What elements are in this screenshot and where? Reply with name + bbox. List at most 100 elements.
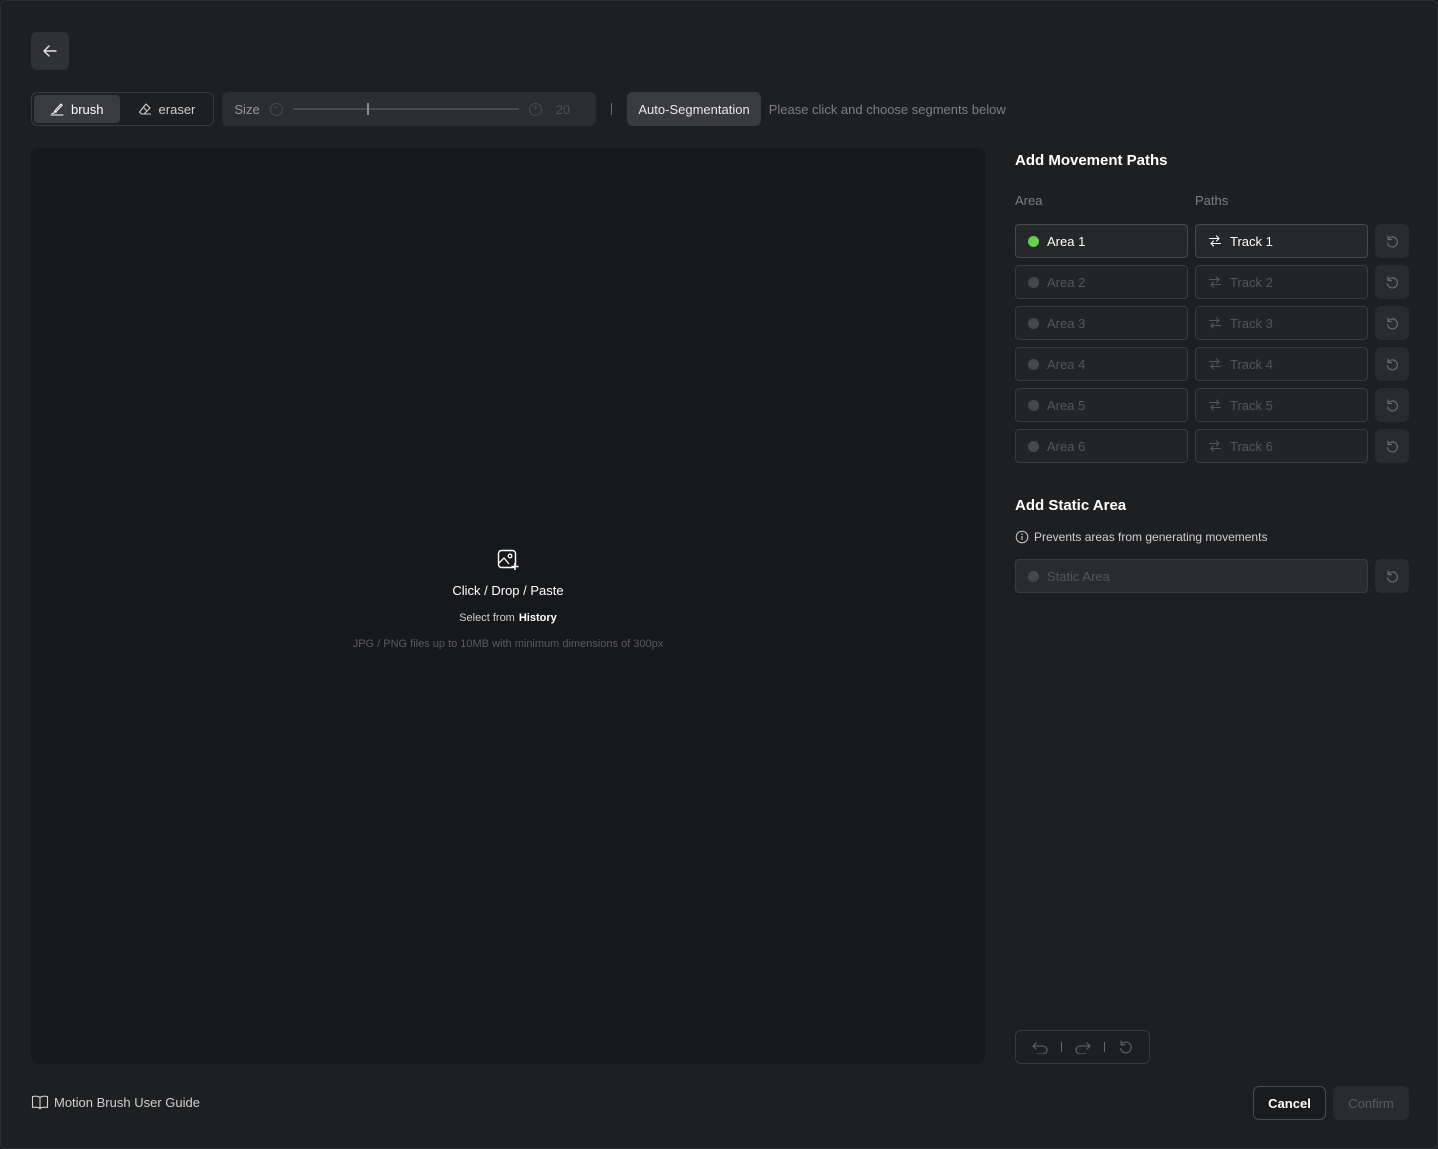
arrow-left-icon [43,45,57,57]
toolbar: brush eraser Size − + 20 Auto-Segmentati… [31,92,1006,126]
user-guide-link[interactable]: Motion Brush User Guide [31,1094,200,1110]
history-divider [1103,1042,1105,1052]
row-reset-button[interactable] [1375,388,1409,422]
image-add-icon [496,548,520,577]
user-guide-label: Motion Brush User Guide [54,1094,200,1110]
area-label: Area 3 [1047,315,1086,331]
movement-row: Area 2 Track 2 [1015,265,1409,299]
area-field[interactable]: Area 1 [1015,224,1188,258]
movement-row: Area 4 Track 4 [1015,347,1409,381]
track-label: Track 6 [1230,438,1273,454]
area-status-dot [1028,276,1039,288]
area-header: Area [1015,193,1043,208]
auto-segmentation-button[interactable]: Auto-Segmentation [627,92,761,126]
reset-icon [1386,398,1398,411]
area-field[interactable]: Area 3 [1015,306,1188,340]
row-reset-button[interactable] [1375,224,1409,258]
reset-icon [1386,316,1398,329]
static-info: Prevents areas from generating movements [1015,530,1409,544]
track-label: Track 2 [1230,274,1273,290]
area-status-dot [1028,440,1039,452]
area-field[interactable]: Area 6 [1015,429,1188,463]
history-divider [1060,1042,1062,1052]
track-field[interactable]: Track 1 [1195,224,1368,258]
history-link[interactable]: History [519,612,557,624]
size-slider-thumb[interactable] [367,103,370,115]
area-status-dot [1028,235,1039,247]
redo-button[interactable] [1068,1035,1098,1059]
size-control: Size − + 20 [222,92,597,126]
reset-icon [1386,234,1398,247]
size-label: Size [234,101,260,117]
area-label: Area 1 [1047,233,1086,249]
undo-icon [1031,1042,1048,1054]
paths-header: Paths [1195,193,1229,208]
reset-icon [1386,439,1398,452]
row-reset-button[interactable] [1375,306,1409,340]
select-from-history: Select from History [31,612,985,624]
redo-icon [1074,1042,1091,1054]
undo-button[interactable] [1025,1035,1055,1059]
brush-button[interactable]: brush [34,95,120,123]
movement-row: Area 3 Track 3 [1015,306,1409,340]
track-label: Track 3 [1230,315,1273,331]
size-value: 20 [555,101,571,117]
back-button[interactable] [31,32,69,70]
area-label: Area 5 [1047,397,1086,413]
movement-row: Area 1 Track 1 [1015,224,1409,258]
track-field[interactable]: Track 4 [1195,347,1368,381]
row-reset-button[interactable] [1375,265,1409,299]
area-label: Area 4 [1047,356,1086,372]
track-icon [1208,358,1222,370]
plus-icon[interactable]: + [528,102,542,116]
row-reset-button[interactable] [1375,347,1409,381]
track-field[interactable]: Track 6 [1195,429,1368,463]
area-status-dot [1028,317,1039,329]
row-reset-button[interactable] [1375,429,1409,463]
area-status-dot [1028,399,1039,411]
book-icon [31,1095,49,1110]
brush-icon [50,103,64,116]
static-area-dot [1028,570,1039,582]
track-icon [1208,235,1222,247]
eraser-button[interactable]: eraser [122,95,212,123]
movement-row: Area 5 Track 5 [1015,388,1409,422]
track-icon [1208,317,1222,329]
track-field[interactable]: Track 5 [1195,388,1368,422]
reset-icon [1119,1040,1132,1054]
reset-all-button[interactable] [1111,1035,1141,1059]
reset-icon [1386,569,1398,582]
track-label: Track 5 [1230,397,1273,413]
size-slider[interactable] [292,103,519,115]
eraser-label: eraser [158,101,196,117]
segmentation-hint: Please click and choose segments below [768,101,1006,117]
brush-label: brush [71,101,104,117]
area-field[interactable]: Area 5 [1015,388,1188,422]
static-area-field[interactable]: Static Area [1015,559,1368,593]
area-status-dot [1028,358,1039,370]
cancel-button[interactable]: Cancel [1253,1086,1326,1120]
upload-canvas[interactable]: Click / Drop / Paste Select from History … [31,148,985,1064]
movement-row: Area 6 Track 6 [1015,429,1409,463]
track-field[interactable]: Track 3 [1195,306,1368,340]
track-icon [1208,440,1222,452]
static-area-reset-button[interactable] [1375,559,1409,593]
info-icon [1015,530,1029,544]
area-label: Area 2 [1047,274,1086,290]
area-field[interactable]: Area 2 [1015,265,1188,299]
static-info-text: Prevents areas from generating movements [1034,530,1268,544]
reset-icon [1386,357,1398,370]
area-field[interactable]: Area 4 [1015,347,1188,381]
confirm-button[interactable]: Confirm [1333,1086,1409,1120]
upload-note: JPG / PNG files up to 10MB with minimum … [352,638,664,650]
minus-icon[interactable]: − [269,102,283,116]
movement-paths-title: Add Movement Paths [1015,152,1168,169]
select-from-label: Select from [459,612,515,624]
track-label: Track 4 [1230,356,1273,372]
movement-rows: Area 1 Track 1 Area 2 Track 2 Area 3 Track 3A… [1015,224,1409,463]
track-field[interactable]: Track 2 [1195,265,1368,299]
eraser-icon [138,103,151,115]
tool-toggle: brush eraser [31,92,215,126]
track-label: Track 1 [1230,233,1273,249]
static-area-row: Static Area [1015,559,1409,593]
